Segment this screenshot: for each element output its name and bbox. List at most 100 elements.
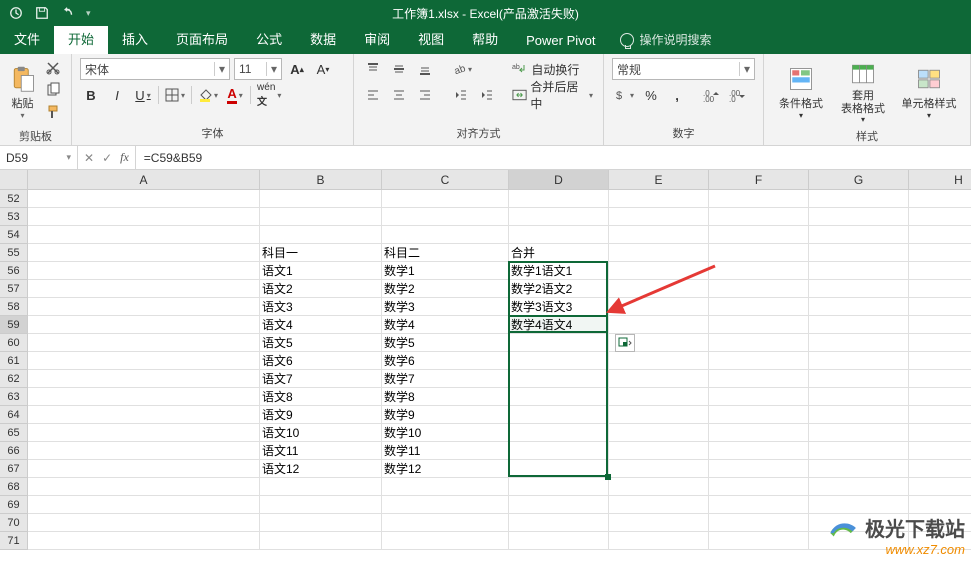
cell-C55[interactable]: 科目二 <box>382 244 509 262</box>
cell-G59[interactable] <box>809 316 909 334</box>
row-header-62[interactable]: 62 <box>0 370 28 388</box>
cell-G54[interactable] <box>809 226 909 244</box>
cell-B52[interactable] <box>260 190 382 208</box>
cell-E61[interactable] <box>609 352 709 370</box>
cell-E53[interactable] <box>609 208 709 226</box>
cell-F64[interactable] <box>709 406 809 424</box>
cell-G56[interactable] <box>809 262 909 280</box>
row-headers[interactable]: 5253545556575859606162636465666768697071 <box>0 190 28 550</box>
font-color-button[interactable]: A <box>224 84 246 106</box>
cell-D63[interactable] <box>509 388 609 406</box>
cell-D61[interactable] <box>509 352 609 370</box>
fill-color-button[interactable] <box>196 84 220 106</box>
row-header-55[interactable]: 55 <box>0 244 28 262</box>
cell-H56[interactable] <box>909 262 971 280</box>
row-header-66[interactable]: 66 <box>0 442 28 460</box>
row-header-69[interactable]: 69 <box>0 496 28 514</box>
cell-C68[interactable] <box>382 478 509 496</box>
increase-decimal-button[interactable]: .0.00 <box>700 84 722 106</box>
row-header-65[interactable]: 65 <box>0 424 28 442</box>
cell-H63[interactable] <box>909 388 971 406</box>
cancel-formula-button[interactable]: ✕ <box>84 151 94 165</box>
worksheet[interactable]: ABCDEFGH 5253545556575859606162636465666… <box>0 170 971 561</box>
cell-B57[interactable]: 语文2 <box>260 280 382 298</box>
cell-A69[interactable] <box>28 496 260 514</box>
merge-center-button[interactable]: 合并后居中 <box>510 84 595 106</box>
cell-H67[interactable] <box>909 460 971 478</box>
cell-D62[interactable] <box>509 370 609 388</box>
cell-B59[interactable]: 语文4 <box>260 316 382 334</box>
cell-A65[interactable] <box>28 424 260 442</box>
cell-D59[interactable]: 数学4语文4 <box>509 316 609 334</box>
cell-B56[interactable]: 语文1 <box>260 262 382 280</box>
cell-E66[interactable] <box>609 442 709 460</box>
tell-me-search[interactable]: 操作说明搜索 <box>610 25 722 54</box>
cell-H71[interactable] <box>909 532 971 550</box>
cell-A53[interactable] <box>28 208 260 226</box>
cell-E59[interactable] <box>609 316 709 334</box>
underline-button[interactable]: U <box>132 84 154 106</box>
cell-A66[interactable] <box>28 442 260 460</box>
cell-E67[interactable] <box>609 460 709 478</box>
cell-F58[interactable] <box>709 298 809 316</box>
row-header-64[interactable]: 64 <box>0 406 28 424</box>
cell-E55[interactable] <box>609 244 709 262</box>
border-button[interactable] <box>163 84 187 106</box>
cell-grid[interactable]: 科目一科目二合并语文1数学1数学1语文1语文2数学2数学2语文2语文3数学3数学… <box>28 190 971 550</box>
cell-C56[interactable]: 数学1 <box>382 262 509 280</box>
row-header-53[interactable]: 53 <box>0 208 28 226</box>
cell-E58[interactable] <box>609 298 709 316</box>
align-middle-button[interactable] <box>388 58 410 80</box>
cell-D65[interactable] <box>509 424 609 442</box>
cell-H69[interactable] <box>909 496 971 514</box>
cell-E68[interactable] <box>609 478 709 496</box>
number-format-combo[interactable]: 常规▾ <box>612 58 755 80</box>
cell-D70[interactable] <box>509 514 609 532</box>
cell-B65[interactable]: 语文10 <box>260 424 382 442</box>
cell-B68[interactable] <box>260 478 382 496</box>
font-size-combo[interactable]: 11▾ <box>234 58 282 80</box>
cell-C57[interactable]: 数学2 <box>382 280 509 298</box>
cell-styles-button[interactable]: 单元格样式▾ <box>897 58 961 126</box>
cell-F69[interactable] <box>709 496 809 514</box>
cell-E71[interactable] <box>609 532 709 550</box>
cell-H68[interactable] <box>909 478 971 496</box>
comma-button[interactable]: , <box>666 84 688 106</box>
autosave-icon[interactable] <box>8 5 24 21</box>
increase-font-button[interactable]: A▴ <box>286 58 308 80</box>
cell-A52[interactable] <box>28 190 260 208</box>
autofill-options-button[interactable] <box>615 334 635 352</box>
cell-C52[interactable] <box>382 190 509 208</box>
cell-D55[interactable]: 合并 <box>509 244 609 262</box>
align-top-button[interactable] <box>362 58 384 80</box>
row-header-61[interactable]: 61 <box>0 352 28 370</box>
row-header-63[interactable]: 63 <box>0 388 28 406</box>
cell-B62[interactable]: 语文7 <box>260 370 382 388</box>
cell-C59[interactable]: 数学4 <box>382 316 509 334</box>
cell-D64[interactable] <box>509 406 609 424</box>
col-header-F[interactable]: F <box>709 170 809 190</box>
tab-data[interactable]: 数据 <box>296 23 350 54</box>
cell-G70[interactable] <box>809 514 909 532</box>
cell-G65[interactable] <box>809 424 909 442</box>
cell-H53[interactable] <box>909 208 971 226</box>
phonetic-button[interactable]: wén文 <box>255 84 283 106</box>
format-table-button[interactable]: 套用 表格格式▾ <box>835 58 891 126</box>
cell-H57[interactable] <box>909 280 971 298</box>
cell-D60[interactable] <box>509 334 609 352</box>
align-bottom-button[interactable] <box>414 58 436 80</box>
name-box[interactable]: D59▾ <box>0 146 78 169</box>
cell-A57[interactable] <box>28 280 260 298</box>
cell-C62[interactable]: 数学7 <box>382 370 509 388</box>
cell-F65[interactable] <box>709 424 809 442</box>
cell-A64[interactable] <box>28 406 260 424</box>
cell-F66[interactable] <box>709 442 809 460</box>
cell-D69[interactable] <box>509 496 609 514</box>
qat-more-icon[interactable]: ▾ <box>86 8 91 19</box>
cell-H52[interactable] <box>909 190 971 208</box>
cell-F61[interactable] <box>709 352 809 370</box>
cell-A59[interactable] <box>28 316 260 334</box>
cell-G62[interactable] <box>809 370 909 388</box>
cell-E62[interactable] <box>609 370 709 388</box>
cell-F71[interactable] <box>709 532 809 550</box>
